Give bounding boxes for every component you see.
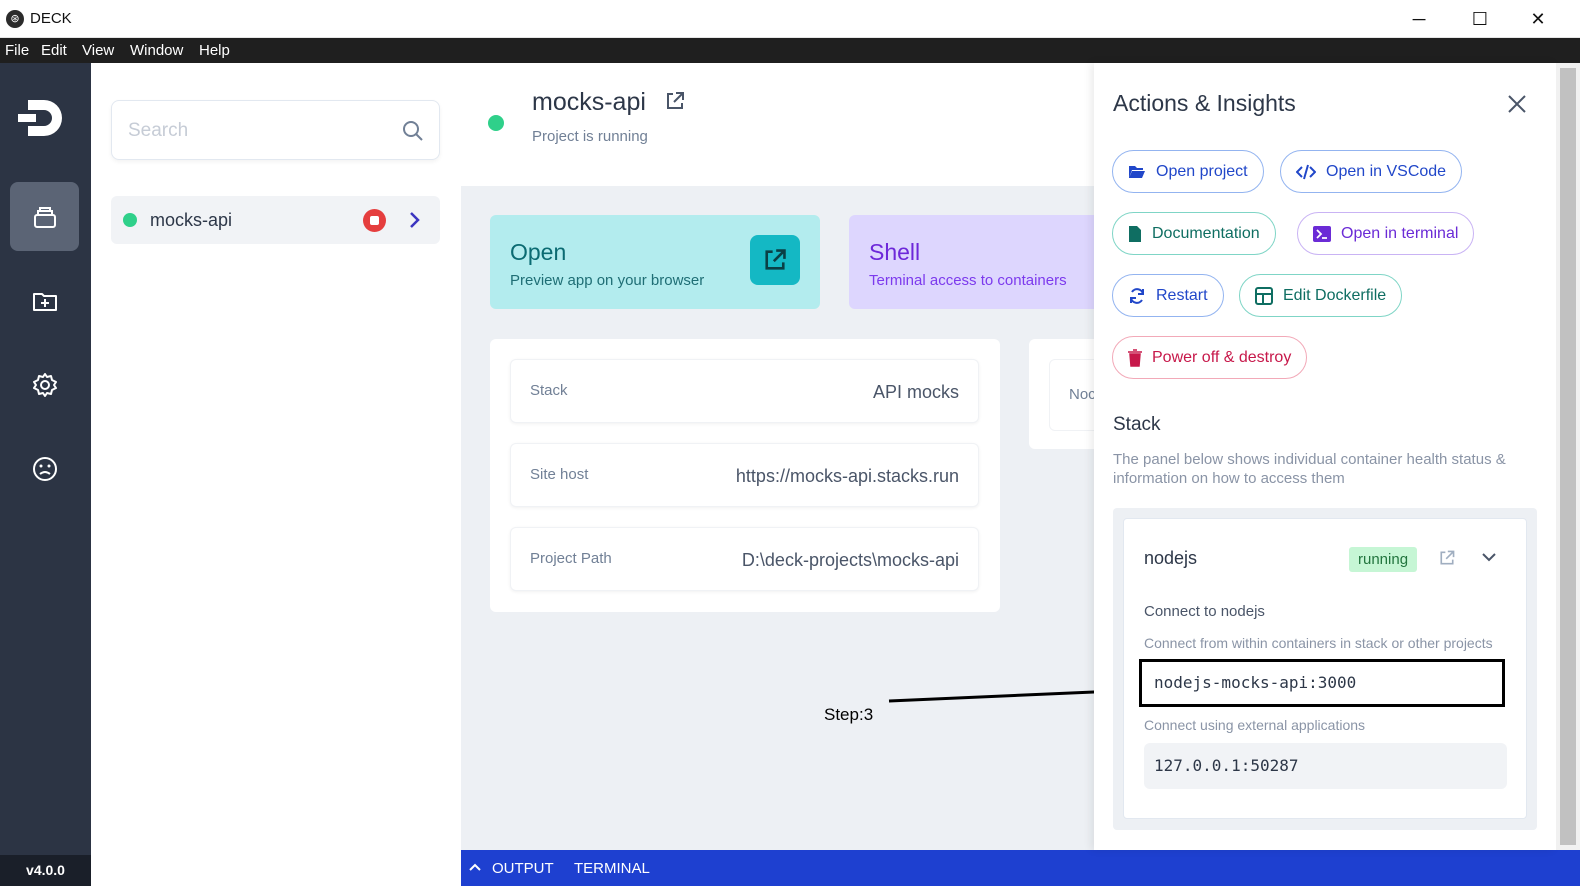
- close-icon[interactable]: [1506, 93, 1528, 115]
- container-name: nodejs: [1144, 548, 1198, 568]
- restart-button[interactable]: Restart: [1112, 274, 1224, 317]
- project-header: [461, 63, 1094, 186]
- window-close-button[interactable]: ✕: [1515, 4, 1561, 34]
- title-bar: [0, 0, 1580, 38]
- project-name: mocks-api: [150, 210, 233, 230]
- scrollbar-thumb[interactable]: [1560, 68, 1576, 845]
- shell-card-subtitle: Terminal access to containers: [869, 272, 1067, 289]
- search-input[interactable]: [128, 115, 378, 147]
- code-icon: [1296, 164, 1316, 179]
- open-card[interactable]: Open Preview app on your browser: [490, 215, 820, 309]
- documentation-label: Documentation: [1152, 224, 1260, 242]
- status-badge: running: [1349, 547, 1418, 572]
- menu-window[interactable]: Window: [130, 42, 183, 59]
- info-label: Stack: [530, 382, 568, 399]
- chevron-right-icon[interactable]: [406, 210, 422, 230]
- trash-icon: [1128, 348, 1142, 367]
- stop-icon: [370, 216, 379, 225]
- document-icon: [1129, 225, 1141, 242]
- info-value[interactable]: https://mocks-api.stacks.run: [736, 466, 959, 487]
- sad-face-icon: [32, 456, 57, 481]
- external-link-icon[interactable]: [664, 90, 686, 112]
- info-value: API mocks: [872, 382, 959, 402]
- internal-connect-label: Connect from within containers in stack …: [1144, 635, 1493, 651]
- menu-edit[interactable]: Edit: [41, 42, 67, 59]
- info-label: Project Path: [530, 550, 612, 567]
- container-card: nodejs running Connect to nodejs Connect…: [1123, 518, 1527, 819]
- shell-card[interactable]: Shell Terminal access to containers: [849, 215, 1094, 309]
- power-off-button[interactable]: Power off & destroy: [1112, 336, 1308, 379]
- shell-card-title: Shell: [869, 239, 921, 265]
- terminal-icon: [1313, 225, 1331, 242]
- refresh-icon: [1130, 287, 1144, 304]
- menu-file[interactable]: File: [5, 42, 29, 59]
- open-project-button[interactable]: Open project: [1112, 150, 1264, 193]
- layout-icon: [1255, 286, 1273, 305]
- partial-info-row: Noc: [1049, 359, 1094, 431]
- menu-bar: [0, 38, 1580, 63]
- menu-view[interactable]: View: [82, 42, 114, 59]
- open-terminal-label: Open in terminal: [1341, 224, 1459, 242]
- partial-info-card: Noc: [1029, 339, 1094, 449]
- stack-icon: [33, 206, 56, 228]
- external-connect-label: Connect using external applications: [1144, 717, 1366, 733]
- internal-connection-string[interactable]: nodejs-mocks-api:3000: [1139, 659, 1505, 707]
- stack-description: The panel below shows individual contain…: [1113, 451, 1506, 487]
- external-link-icon[interactable]: [1438, 549, 1456, 567]
- version-label: v4.0.0: [0, 855, 91, 886]
- project-list-pane: [91, 63, 461, 886]
- status-dot: [123, 213, 137, 227]
- info-row-project-path: Project Path D:\deck-projects\mocks-api: [510, 527, 979, 591]
- feedback-nav-button[interactable]: [10, 434, 79, 503]
- page-title: mocks-api: [532, 88, 646, 116]
- open-project-label: Open project: [1156, 162, 1248, 180]
- chevron-down-icon[interactable]: [1481, 550, 1497, 564]
- tab-terminal[interactable]: TERMINAL: [574, 860, 650, 877]
- status-dot: [488, 115, 504, 131]
- info-value: D:\deck-projects\mocks-api: [741, 550, 959, 570]
- open-vscode-button[interactable]: Open in VSCode: [1280, 150, 1463, 193]
- stop-button[interactable]: [363, 209, 386, 232]
- drawer-title: Actions & Insights: [1113, 90, 1296, 116]
- stack-heading: Stack: [1113, 414, 1161, 435]
- new-project-nav-button[interactable]: [10, 266, 79, 335]
- search-box: [111, 100, 440, 160]
- maximize-button[interactable]: ☐: [1457, 4, 1503, 34]
- external-connection-string[interactable]: 127.0.0.1:50287: [1144, 743, 1507, 789]
- folder-open-icon: [1129, 165, 1145, 178]
- info-label: Site host: [530, 466, 589, 483]
- search-icon[interactable]: [401, 119, 425, 143]
- annotation-label: Step:3: [824, 705, 874, 724]
- open-browser-button[interactable]: [750, 235, 800, 285]
- chevron-up-icon[interactable]: [468, 861, 482, 873]
- open-card-subtitle: Preview app on your browser: [510, 272, 705, 289]
- deck-logo-icon[interactable]: [16, 94, 68, 142]
- window-title: DECK: [30, 10, 72, 27]
- documentation-button[interactable]: Documentation: [1112, 212, 1276, 255]
- tab-output[interactable]: OUTPUT: [492, 860, 554, 877]
- open-vscode-label: Open in VSCode: [1326, 162, 1447, 180]
- project-info-card: Stack API mocks Site host https://mocks-…: [490, 339, 1000, 612]
- settings-nav-button[interactable]: [10, 350, 79, 419]
- external-link-icon: [765, 249, 786, 270]
- list-item[interactable]: mocks-api: [111, 196, 440, 244]
- info-label: Noc: [1069, 386, 1094, 403]
- open-terminal-button[interactable]: Open in terminal: [1297, 212, 1475, 255]
- info-row-site-host: Site host https://mocks-api.stacks.run: [510, 443, 979, 507]
- edit-dockerfile-label: Edit Dockerfile: [1283, 286, 1387, 304]
- gear-icon: [32, 372, 57, 397]
- menu-help[interactable]: Help: [199, 42, 230, 59]
- deck-logo-icon: ⊛: [6, 10, 24, 28]
- edit-dockerfile-button[interactable]: Edit Dockerfile: [1239, 274, 1403, 317]
- open-card-title: Open: [510, 239, 567, 265]
- folder-plus-icon: [32, 292, 57, 311]
- status-text: Project is running: [532, 128, 648, 145]
- minimize-button[interactable]: ─: [1396, 4, 1442, 34]
- info-row-stack: Stack API mocks: [510, 359, 979, 423]
- projects-nav-button[interactable]: [10, 182, 79, 251]
- connect-heading: Connect to nodejs: [1144, 603, 1265, 620]
- restart-label: Restart: [1156, 286, 1208, 304]
- power-off-label: Power off & destroy: [1152, 348, 1292, 366]
